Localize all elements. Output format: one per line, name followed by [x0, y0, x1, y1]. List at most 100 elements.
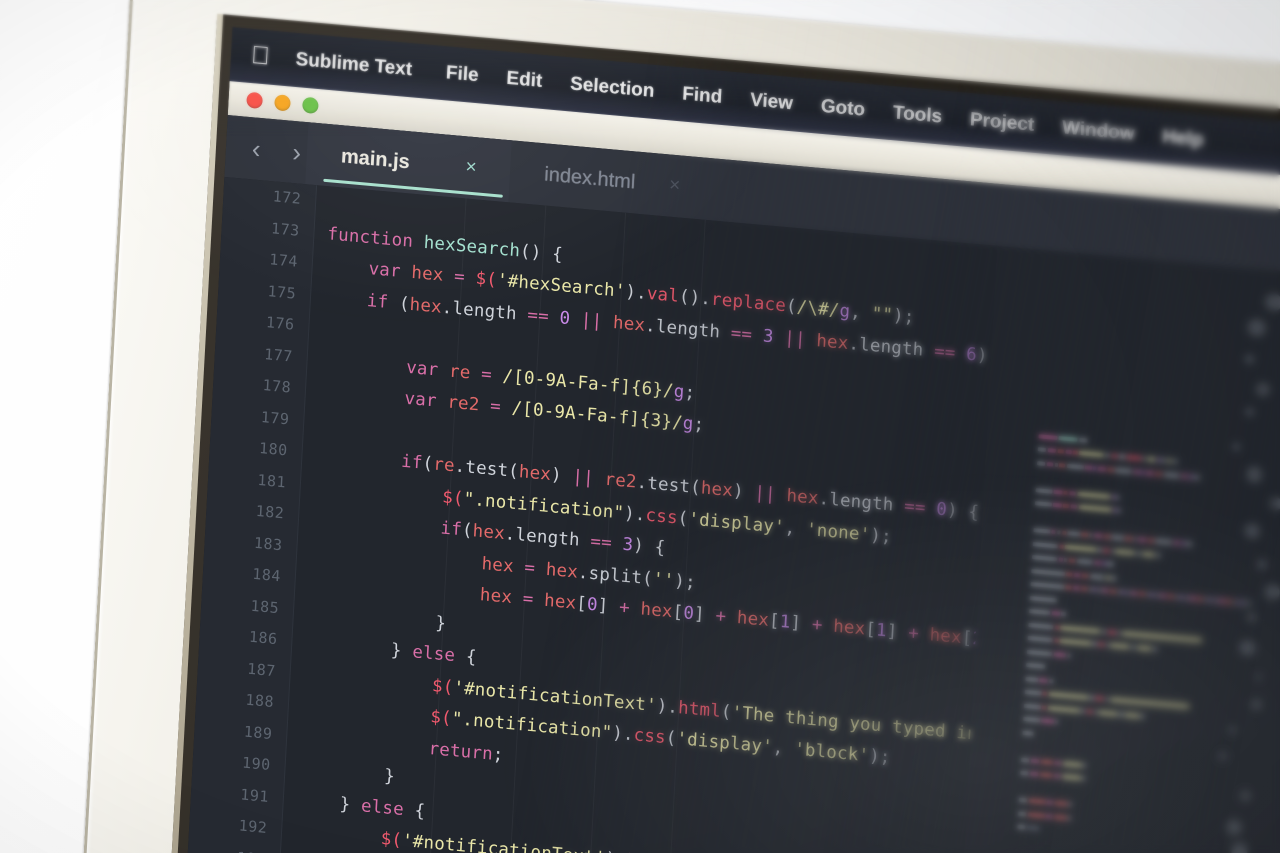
code-token: ) {	[946, 500, 979, 523]
line-number: 177	[264, 345, 293, 366]
menu-item-find[interactable]: Find	[682, 83, 723, 109]
bokeh-dot	[1239, 639, 1256, 656]
minimap-line-segment	[1086, 709, 1092, 714]
code-token: /\#/	[796, 297, 840, 321]
code-token: ==	[527, 305, 560, 328]
minimap-line-segment	[1157, 458, 1160, 462]
code-token: hex	[518, 462, 551, 485]
menu-item-project[interactable]: Project	[969, 109, 1034, 137]
code-token: );	[869, 746, 891, 768]
code-token	[308, 570, 480, 605]
minimap-line-segment	[1035, 501, 1052, 506]
minimap-line-segment	[1060, 639, 1092, 646]
code-token: else	[412, 642, 456, 666]
minimap-line-segment	[1081, 587, 1087, 592]
minimap-line-segment	[1102, 588, 1108, 593]
code-token: =	[513, 557, 546, 580]
minimap-line-segment	[1069, 558, 1075, 563]
bokeh-dot	[1231, 842, 1248, 853]
minimap-line-segment	[1038, 434, 1057, 440]
minimap-line-segment	[1024, 703, 1041, 708]
code-token: var	[368, 259, 412, 283]
code-line[interactable]: }	[298, 759, 395, 788]
chevron-right-icon[interactable]: ›	[292, 136, 302, 168]
line-number: 180	[259, 439, 288, 460]
minimap-line-segment	[1054, 489, 1063, 494]
menu-item-selection[interactable]: Selection	[570, 73, 655, 102]
code-token	[300, 727, 429, 758]
code-line[interactable]: return;	[300, 727, 504, 765]
minimap-line-segment	[1173, 459, 1177, 463]
code-token: css	[645, 505, 678, 528]
minimap-line-segment	[1104, 548, 1110, 553]
minimap-line-segment	[1064, 490, 1068, 494]
code-token: else	[360, 796, 404, 820]
minimap-line-segment	[1067, 463, 1084, 468]
minimap-line-segment	[1156, 553, 1160, 557]
code-minimap[interactable]	[955, 246, 1280, 853]
apple-logo-icon[interactable]: 	[250, 43, 270, 70]
minimap-line-segment	[1031, 569, 1065, 576]
line-number: 183	[254, 533, 283, 554]
menu-app-name[interactable]: Sublime Text	[295, 48, 413, 80]
code-token: ().	[678, 287, 711, 310]
minimap-line-segment	[1066, 572, 1072, 577]
minimap-line-segment	[1081, 708, 1085, 712]
code-token: $(	[475, 269, 497, 291]
zoom-window-button[interactable]	[302, 97, 319, 114]
menu-item-window[interactable]: Window	[1061, 117, 1135, 145]
menu-item-view[interactable]: View	[750, 89, 794, 115]
code-token	[303, 664, 432, 695]
code-line[interactable]: } else {	[296, 790, 426, 821]
code-token: +	[897, 622, 930, 645]
minimap-line-segment	[1054, 774, 1060, 779]
code-line[interactable]: } else {	[305, 633, 477, 668]
line-number: 188	[245, 691, 274, 712]
code-token: hex	[544, 591, 577, 614]
bokeh-dot	[1257, 559, 1268, 570]
menu-item-help[interactable]: Help	[1162, 126, 1204, 152]
minimap-line-segment	[1028, 622, 1053, 628]
minimap-line-segment	[1117, 630, 1120, 634]
menu-item-goto[interactable]: Goto	[820, 95, 865, 121]
code-token: {	[455, 646, 477, 668]
line-number: 174	[269, 250, 298, 271]
minimap-line-segment	[1117, 495, 1120, 499]
minimap-line-segment	[1073, 450, 1077, 454]
chevron-left-icon[interactable]: ‹	[251, 133, 261, 165]
minimap-line-segment	[1021, 757, 1030, 762]
code-token: 'none'	[806, 519, 871, 545]
bokeh-dot	[1229, 726, 1237, 734]
bokeh-dot	[1265, 293, 1280, 311]
minimap-line-segment	[1065, 585, 1071, 590]
line-number: 189	[243, 722, 272, 743]
code-token: );	[674, 571, 696, 593]
minimap-line-segment	[1098, 547, 1102, 551]
minimap-line-segment	[1105, 453, 1109, 457]
minimap-line-segment	[1090, 696, 1094, 700]
code-token: ;	[684, 382, 696, 403]
minimap-line-segment	[1068, 816, 1071, 820]
indent-guide	[663, 220, 706, 853]
code-token: '#notificationText'	[402, 831, 606, 853]
code-line[interactable]: }	[306, 601, 446, 633]
minimap-line-segment	[1019, 798, 1028, 803]
minimap-line-segment	[1046, 814, 1052, 819]
minimap-line-segment	[1042, 705, 1046, 709]
code-editor[interactable]: 172 173 174 175 176 177 178 179 180 181 182 183 184 1…	[182, 177, 1280, 853]
close-icon[interactable]: ×	[669, 175, 681, 198]
minimize-window-button[interactable]	[274, 94, 291, 111]
minimap-line-segment	[1125, 536, 1131, 541]
code-token: hex	[411, 263, 444, 286]
menu-item-file[interactable]: File	[445, 62, 479, 87]
line-number: 178	[262, 376, 291, 397]
minimap-line-segment	[1147, 592, 1150, 596]
menu-item-tools[interactable]: Tools	[892, 102, 942, 128]
close-icon[interactable]: ×	[465, 156, 477, 179]
code-token: ".notification"	[463, 489, 625, 523]
menu-item-edit[interactable]: Edit	[506, 67, 543, 92]
code-token: .length	[504, 524, 591, 552]
close-window-button[interactable]	[246, 92, 263, 109]
minimap-line-segment	[1065, 544, 1097, 551]
minimap-line-segment	[1031, 758, 1040, 763]
